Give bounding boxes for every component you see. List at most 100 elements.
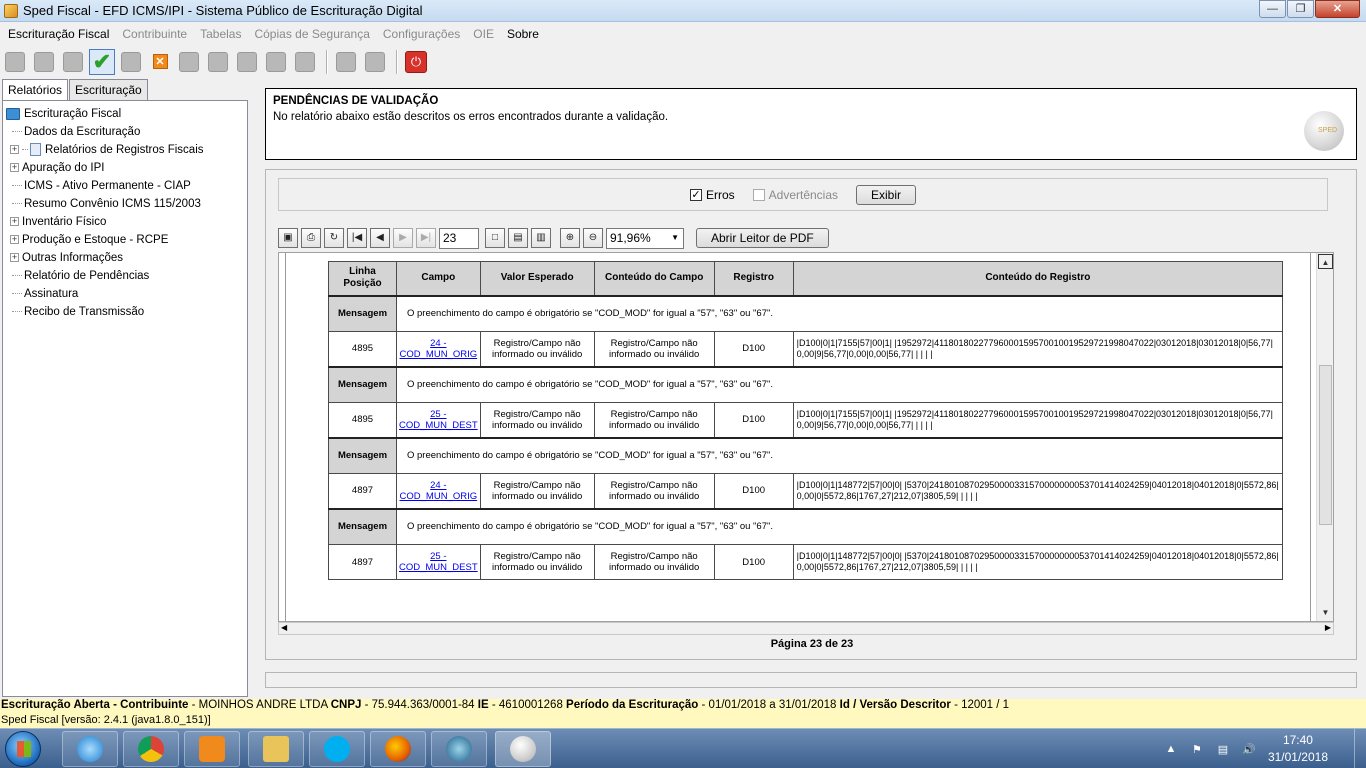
validate-check-icon[interactable]: ✔ — [89, 48, 115, 75]
expand-icon[interactable]: + — [10, 163, 19, 173]
restore-icon[interactable] — [362, 49, 388, 75]
exibir-button[interactable]: Exibir — [856, 184, 917, 205]
media-player-icon[interactable] — [184, 731, 240, 767]
start-button[interactable] — [5, 731, 41, 767]
advertencias-checkbox[interactable]: Advertências — [752, 188, 838, 202]
tree-item-inventario[interactable]: + Inventário Físico — [3, 213, 247, 231]
tree-item-assinatura[interactable]: Assinatura — [3, 285, 247, 303]
blue-app-icon[interactable] — [431, 731, 487, 767]
tree-item-producao-estoque[interactable]: + Produção e Estoque - RCPE — [3, 231, 247, 249]
title-bar: Sped Fiscal - EFD ICMS/IPI - Sistema Púb… — [0, 0, 1366, 22]
menu-configuracoes[interactable]: Configurações — [383, 27, 460, 41]
cancel-icon[interactable]: ✕ — [147, 49, 173, 75]
show-desktop-button[interactable] — [1354, 729, 1366, 768]
abrir-leitor-pdf-button[interactable]: Abrir Leitor de PDF — [696, 228, 829, 248]
continuous-page-icon[interactable]: ▤ — [508, 228, 528, 248]
tab-relatorios[interactable]: Relatórios — [2, 79, 69, 100]
internet-explorer-icon[interactable] — [62, 731, 118, 767]
previous-page-icon[interactable]: ◀ — [370, 228, 390, 248]
show-hidden-icon[interactable]: ▲ — [1164, 743, 1178, 755]
right-panel: PENDÊNCIAS DE VALIDAÇÃO No relatório aba… — [255, 79, 1364, 699]
zoom-out-icon[interactable]: ⊖ — [583, 228, 603, 248]
backup-icon[interactable] — [333, 49, 359, 75]
tree-item-ciap[interactable]: ICMS - Ativo Permanente - CIAP — [3, 177, 247, 195]
app-icon — [4, 3, 18, 18]
vertical-scrollbar[interactable]: ▲ ▼ — [1316, 253, 1333, 621]
scroll-down-icon[interactable]: ▼ — [1318, 605, 1333, 620]
close-button[interactable]: ✕ — [1315, 0, 1360, 18]
field-link[interactable]: 25 - COD_MUN_DEST — [399, 409, 478, 431]
sign-remove-icon[interactable] — [205, 49, 231, 75]
horizontal-scrollbar[interactable]: ◀ ▶ — [278, 622, 1334, 635]
edit-icon[interactable] — [118, 49, 144, 75]
file-explorer-icon[interactable] — [248, 731, 304, 767]
single-page-icon[interactable]: □ — [485, 228, 505, 248]
menu-oie[interactable]: OIE — [473, 27, 494, 41]
menu-escrituracao-fiscal[interactable]: Escrituração Fiscal — [8, 27, 109, 41]
expand-icon[interactable]: + — [10, 235, 19, 245]
chrome-icon[interactable] — [123, 731, 179, 767]
scroll-right-icon[interactable]: ▶ — [1325, 623, 1331, 632]
col-conteudo-campo: Conteúdo do Campo — [593, 261, 715, 296]
erros-checkbox[interactable]: ✓ Erros — [689, 188, 735, 202]
message-label: Mensagem — [328, 507, 397, 545]
checkbox-empty-icon[interactable] — [752, 188, 765, 201]
expand-icon[interactable]: + — [10, 217, 19, 227]
clock[interactable]: 17:40 31/01/2018 — [1268, 732, 1328, 766]
tree-item-outras-informacoes[interactable]: + Outras Informações — [3, 249, 247, 267]
skype-icon[interactable] — [309, 731, 365, 767]
facing-page-icon[interactable]: ▥ — [531, 228, 551, 248]
refresh-icon[interactable]: ↻ — [324, 228, 344, 248]
table-row: 4895 24 - COD_MUN_ORIG Registro/Campo nã… — [328, 331, 1284, 367]
last-page-icon[interactable]: ▶| — [416, 228, 436, 248]
power-icon[interactable]: ⏻ — [403, 49, 429, 75]
field-link[interactable]: 24 - COD_MUN_ORIG — [400, 480, 478, 502]
tree-root[interactable]: Escrituração Fiscal — [3, 105, 247, 123]
sped-fiscal-icon[interactable] — [495, 731, 551, 767]
zoom-in-icon[interactable]: ⊕ — [560, 228, 580, 248]
tree-item-relatorios-registros[interactable]: + Relatórios de Registros Fiscais — [3, 141, 247, 159]
expected-cell: Registro/Campo não informado ou inválido — [479, 402, 595, 438]
scroll-thumb[interactable] — [1319, 365, 1332, 525]
report-panel: ✓ Erros Advertências Exibir ▣ ⎙ ↻ |◀ ◀ ▶ … — [265, 169, 1357, 660]
print-icon[interactable]: ⎙ — [301, 228, 321, 248]
new-icon[interactable] — [2, 49, 28, 75]
export-icon[interactable] — [292, 49, 318, 75]
sign-icon[interactable] — [176, 49, 202, 75]
tree-item-apuracao-ipi[interactable]: + Apuração do IPI — [3, 159, 247, 177]
volume-icon[interactable]: 🔊 — [1242, 743, 1256, 756]
menu-contribuinte[interactable]: Contribuinte — [122, 27, 187, 41]
tree-item-relatorio-pendencias[interactable]: Relatório de Pendências — [3, 267, 247, 285]
checkbox-checked-icon[interactable]: ✓ — [689, 188, 702, 201]
firefox-icon[interactable] — [370, 731, 426, 767]
network-icon[interactable]: ▤ — [1216, 743, 1230, 756]
import-icon[interactable] — [31, 49, 57, 75]
save-icon[interactable]: ▣ — [278, 228, 298, 248]
page-number-input[interactable] — [439, 227, 479, 249]
zoom-select[interactable]: 91,96% ▼ — [606, 227, 684, 249]
tree-item-recibo[interactable]: Recibo de Transmissão — [3, 303, 247, 321]
sped-logo: SPED — [1304, 111, 1344, 151]
field-link[interactable]: 25 - COD_MUN_DEST — [399, 551, 478, 573]
maximize-button[interactable]: ❐ — [1287, 0, 1314, 18]
field-link[interactable]: 24 - COD_MUN_ORIG — [400, 338, 478, 360]
minimize-button[interactable]: — — [1259, 0, 1286, 18]
flag-icon[interactable]: ⚑ — [1190, 743, 1204, 756]
scroll-left-icon[interactable]: ◀ — [281, 623, 287, 632]
message-row: Mensagem O preenchimento do campo é obri… — [328, 436, 1283, 474]
expand-icon[interactable]: + — [10, 145, 19, 155]
expand-icon[interactable]: + — [10, 253, 19, 263]
menu-sobre[interactable]: Sobre — [507, 27, 539, 41]
receipt-icon[interactable] — [263, 49, 289, 75]
first-page-icon[interactable]: |◀ — [347, 228, 367, 248]
menu-copias-seguranca[interactable]: Cópias de Segurança — [254, 27, 369, 41]
tree-item-resumo-convenio[interactable]: Resumo Convênio ICMS 115/2003 — [3, 195, 247, 213]
next-page-icon[interactable]: ▶ — [393, 228, 413, 248]
scroll-up-icon[interactable]: ▲ — [1318, 254, 1333, 269]
menu-tabelas[interactable]: Tabelas — [200, 27, 241, 41]
tree-item-dados-escrituracao[interactable]: Dados da Escrituração — [3, 123, 247, 141]
transmit-icon[interactable] — [234, 49, 260, 75]
tab-escrituracao[interactable]: Escrituração — [69, 79, 148, 100]
line-cell: 4897 — [328, 544, 397, 580]
open-folder-icon[interactable] — [60, 49, 86, 75]
